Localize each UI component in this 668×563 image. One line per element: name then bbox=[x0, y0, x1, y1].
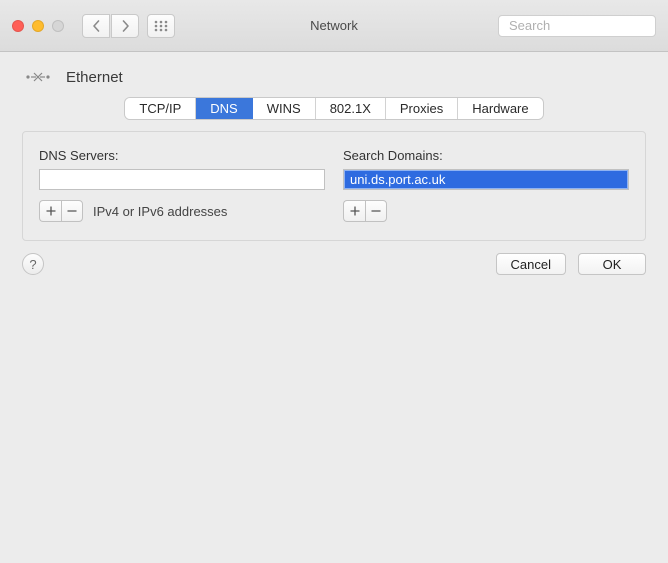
add-search-domain-button[interactable] bbox=[343, 200, 365, 222]
close-window-button[interactable] bbox=[12, 20, 24, 32]
tab-hardware[interactable]: Hardware bbox=[458, 98, 542, 119]
traffic-lights bbox=[12, 20, 64, 32]
plus-icon bbox=[350, 206, 360, 216]
cancel-button[interactable]: Cancel bbox=[496, 253, 566, 275]
search-domains-list[interactable]: uni.ds.port.ac.uk bbox=[343, 169, 629, 190]
plus-icon bbox=[46, 206, 56, 216]
footer: ? Cancel OK bbox=[0, 249, 668, 289]
forward-button[interactable] bbox=[111, 14, 139, 38]
ethernet-icon bbox=[22, 66, 54, 88]
dns-servers-column: DNS Servers: IPv4 or IPv6 addresses bbox=[39, 148, 325, 222]
tab-wins[interactable]: WINS bbox=[253, 98, 316, 119]
grid-icon bbox=[154, 20, 168, 32]
search-domains-label: Search Domains: bbox=[343, 148, 629, 163]
search-domains-column: Search Domains: uni.ds.port.ac.uk bbox=[343, 148, 629, 222]
list-item[interactable]: uni.ds.port.ac.uk bbox=[344, 170, 628, 189]
chevron-right-icon bbox=[121, 20, 130, 32]
footer-buttons: Cancel OK bbox=[496, 253, 646, 275]
tabs-row: TCP/IP DNS WINS 802.1X Proxies Hardware bbox=[0, 98, 668, 119]
tab-proxies[interactable]: Proxies bbox=[386, 98, 458, 119]
dns-servers-controls: IPv4 or IPv6 addresses bbox=[39, 200, 325, 222]
ok-button[interactable]: OK bbox=[578, 253, 646, 275]
search-domains-controls bbox=[343, 200, 629, 222]
dns-servers-pm-group bbox=[39, 200, 83, 222]
dns-servers-list[interactable] bbox=[39, 169, 325, 190]
interface-header: Ethernet bbox=[0, 52, 668, 98]
tab-tcpip[interactable]: TCP/IP bbox=[125, 98, 196, 119]
dns-servers-hint: IPv4 or IPv6 addresses bbox=[93, 204, 227, 219]
minus-icon bbox=[67, 206, 77, 216]
titlebar: Network bbox=[0, 0, 668, 52]
dns-panel: DNS Servers: IPv4 or IPv6 addresses Sear… bbox=[22, 131, 646, 241]
remove-search-domain-button[interactable] bbox=[365, 200, 387, 222]
tab-8021x[interactable]: 802.1X bbox=[316, 98, 386, 119]
tab-bar: TCP/IP DNS WINS 802.1X Proxies Hardware bbox=[125, 98, 542, 119]
nav-buttons bbox=[82, 14, 139, 38]
window-title: Network bbox=[310, 18, 358, 33]
remove-dns-server-button[interactable] bbox=[61, 200, 83, 222]
zoom-window-button bbox=[52, 20, 64, 32]
minus-icon bbox=[371, 206, 381, 216]
search-input[interactable] bbox=[509, 18, 668, 33]
tab-dns[interactable]: DNS bbox=[196, 98, 252, 119]
dns-servers-label: DNS Servers: bbox=[39, 148, 325, 163]
search-field[interactable] bbox=[498, 15, 656, 37]
minimize-window-button[interactable] bbox=[32, 20, 44, 32]
chevron-left-icon bbox=[92, 20, 101, 32]
help-button[interactable]: ? bbox=[22, 253, 44, 275]
interface-name: Ethernet bbox=[66, 69, 123, 86]
show-all-button[interactable] bbox=[147, 14, 175, 38]
search-domains-pm-group bbox=[343, 200, 387, 222]
add-dns-server-button[interactable] bbox=[39, 200, 61, 222]
back-button[interactable] bbox=[82, 14, 110, 38]
